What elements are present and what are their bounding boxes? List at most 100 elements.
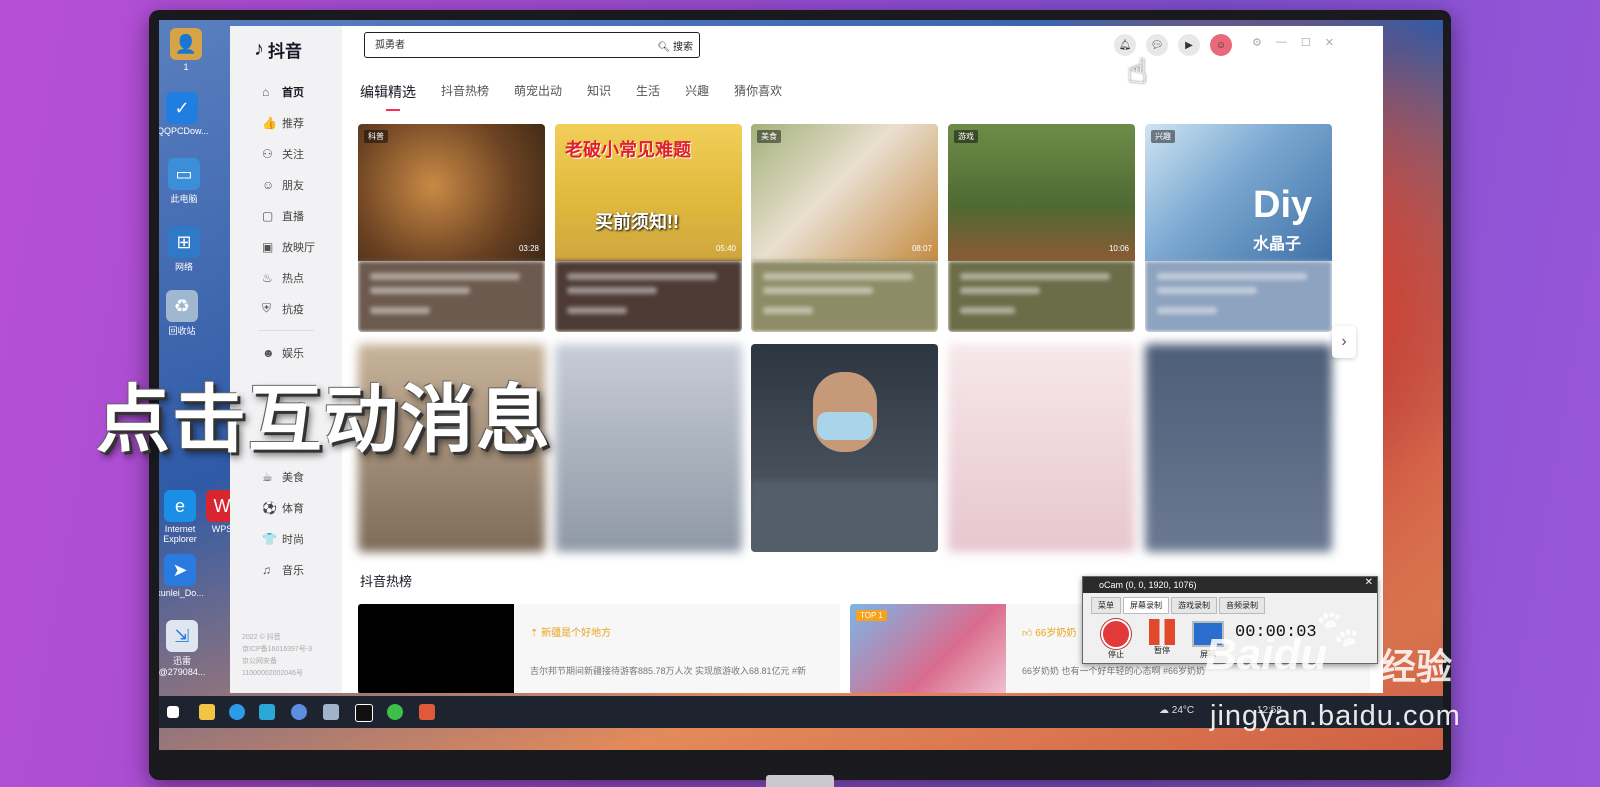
edge-icon[interactable] xyxy=(259,704,275,720)
tab-interest[interactable]: 兴趣 xyxy=(685,82,709,102)
search-button[interactable]: 🔍︎ 搜索 xyxy=(658,38,693,53)
file-explorer-icon[interactable] xyxy=(199,704,215,720)
baidu-paw-icon: 🐾︎ xyxy=(1312,608,1363,652)
category-tag: 兴趣 xyxy=(1151,130,1175,143)
hot-item-title: ⇡ 新疆是个好地方 xyxy=(530,628,612,639)
friends-icon: ☺ xyxy=(262,177,275,192)
close-icon[interactable]: ✕ xyxy=(1365,577,1373,588)
hot-list-card[interactable]: ⇡ 新疆是个好地方 吉尔邦节期间新疆接待游客885.78万人次 实现旅游收入68… xyxy=(358,604,840,693)
douyin-taskbar-icon[interactable] xyxy=(355,704,373,722)
pointer-hand-icon: ☝ xyxy=(1127,53,1148,91)
network-icon: ⊞ xyxy=(168,226,200,258)
video-card[interactable]: 美食 08:07 xyxy=(751,124,938,332)
maximize-icon[interactable]: ☐ xyxy=(1301,36,1311,49)
shirt-icon: 👕 xyxy=(262,531,277,546)
stop-icon xyxy=(1101,619,1131,649)
video-thumbnail xyxy=(358,124,545,261)
sidebar-divider xyxy=(258,330,314,331)
tab-life[interactable]: 生活 xyxy=(636,82,660,102)
pause-icon xyxy=(1149,619,1175,645)
ocam-stop-button[interactable]: 停止 xyxy=(1099,619,1133,660)
desktop-icon-computer[interactable]: ▭ 此电脑 xyxy=(159,158,209,205)
sidebar-item-live[interactable]: ▢ 直播 xyxy=(230,200,342,231)
carousel-next-button[interactable]: › xyxy=(1332,326,1356,358)
tiktok-note-icon: ♪ xyxy=(254,37,264,60)
ocam-tabs: 菜单 屏幕录制 游戏录制 音频录制 xyxy=(1091,597,1265,614)
video-card[interactable] xyxy=(1145,344,1332,552)
video-card[interactable]: 兴趣 Diy 水晶子 xyxy=(1145,124,1332,332)
video-info-blurred xyxy=(358,261,545,332)
category-tag: 科普 xyxy=(364,130,388,143)
browser-icon[interactable] xyxy=(291,704,307,720)
computer-icon: ▭ xyxy=(168,158,200,190)
desktop-icon-xunlei-shortcut[interactable]: ⇲ 迅雷 @279084... xyxy=(159,620,207,677)
minimize-icon[interactable]: — xyxy=(1276,36,1287,49)
desktop-icon-network[interactable]: ⊞ 网络 xyxy=(159,226,209,273)
desktop-icon-qqpc[interactable]: ✓ QQPCDow... xyxy=(159,92,209,136)
recycle-bin-icon: ♻ xyxy=(166,290,198,322)
desktop-icon-xunlei[interactable]: ➤ xunlei_Do... xyxy=(159,554,205,598)
video-card[interactable] xyxy=(751,344,938,552)
video-info-blurred xyxy=(751,481,938,552)
sidebar-item-theater[interactable]: ▣ 放映厅 xyxy=(230,231,342,262)
ocam-taskbar-icon[interactable] xyxy=(419,704,435,720)
douyin-logo[interactable]: ♪ 抖音 xyxy=(254,34,302,64)
baidu-watermark: Baidu xyxy=(1205,630,1328,679)
chevron-right-icon: › xyxy=(1341,333,1347,350)
desktop-icon-user[interactable]: 👤 1 xyxy=(161,28,211,72)
video-card[interactable]: 科普 03:28 xyxy=(358,124,545,332)
hot-list-title: 抖音热榜 xyxy=(360,574,413,589)
smile-icon: ☻ xyxy=(262,345,275,360)
xunlei-icon: ➤ xyxy=(164,554,196,586)
sidebar-item-antiepidemic[interactable]: ⛨ 抗疫 xyxy=(230,293,342,324)
sidebar-item-friends[interactable]: ☺ 朋友 xyxy=(230,169,342,200)
music-icon: ♫ xyxy=(262,562,271,577)
desktop-icon-recycle-bin[interactable]: ♻ 回收站 xyxy=(159,290,207,337)
ocam-tab-screen-record[interactable]: 屏幕录制 xyxy=(1123,597,1169,614)
bell-icon: 🔔︎ xyxy=(1118,39,1132,51)
ocam-tab-audio-record[interactable]: 音频录制 xyxy=(1219,597,1265,614)
video-camera-icon: ▶ xyxy=(1185,39,1193,51)
sidebar-item-follow[interactable]: ⚇ 关注 xyxy=(230,138,342,169)
monitor-stand xyxy=(766,775,834,787)
video-thumbnail xyxy=(948,124,1135,261)
thumbnail-title: 老破小常见难题 xyxy=(565,140,691,160)
ocam-pause-button[interactable]: 暂停 xyxy=(1145,619,1179,656)
xunlei-shortcut-icon: ⇲ xyxy=(166,620,198,652)
sidebar-item-hot[interactable]: ♨ 热点 xyxy=(230,262,342,293)
sidebar-item-sports[interactable]: ⚽ 体育 xyxy=(230,492,342,523)
shield-icon: ⛨ xyxy=(262,301,272,315)
avatar[interactable]: ☺ xyxy=(1210,34,1232,56)
search-taskbar-icon[interactable] xyxy=(229,704,245,720)
video-duration: 05:40 xyxy=(715,244,736,253)
app-icon[interactable] xyxy=(323,704,339,720)
video-card[interactable] xyxy=(555,344,742,552)
sidebar-item-fashion[interactable]: 👕 时尚 xyxy=(230,523,342,554)
windows-start-icon[interactable] xyxy=(167,706,179,718)
window-controls: ⚙ — ☐ ✕ xyxy=(1252,36,1334,49)
close-icon[interactable]: ✕ xyxy=(1325,36,1334,49)
upload-video-button[interactable]: ▶ xyxy=(1178,34,1200,56)
tab-pets[interactable]: 萌宠出动 xyxy=(514,82,562,102)
ocam-tab-game-record[interactable]: 游戏录制 xyxy=(1171,597,1217,614)
video-card[interactable]: 老破小常见难题 买前须知!! 05:40 xyxy=(555,124,742,332)
thumbs-up-icon: 👍 xyxy=(262,115,277,130)
sidebar-item-music[interactable]: ♫ 音乐 xyxy=(230,554,342,585)
video-duration: 10:06 xyxy=(1108,244,1129,253)
sidebar-item-recommend[interactable]: 👍 推荐 xyxy=(230,107,342,138)
ocam-tab-menu[interactable]: 菜单 xyxy=(1091,597,1121,614)
ocam-title: oCam (0, 0, 1920, 1076) xyxy=(1083,577,1377,593)
search-box: 🔍︎ 搜索 xyxy=(364,32,700,58)
video-card[interactable]: 游戏 10:06 xyxy=(948,124,1135,332)
settings-icon[interactable]: ⚙ xyxy=(1252,36,1262,49)
search-input[interactable] xyxy=(373,37,637,50)
tab-editor-picks[interactable]: 编辑精选 xyxy=(360,82,416,111)
sidebar-nav: ⌂ 首页 👍 推荐 ⚇ 关注 ☺ 朋友 ▢ 直播 ▣ 放映厅 ♨ 热点 ⛨ 抗疫 ☻ 娱乐 ☕ 美食… xyxy=(230,76,342,585)
tab-hot-list[interactable]: 抖音热榜 xyxy=(441,82,489,102)
messages-button[interactable]: 💬︎ xyxy=(1146,34,1168,56)
wechat-icon[interactable] xyxy=(387,704,403,720)
tab-guess-you-like[interactable]: 猜你喜欢 xyxy=(734,82,782,102)
video-card[interactable] xyxy=(948,344,1135,552)
tab-knowledge[interactable]: 知识 xyxy=(587,82,611,102)
sidebar-item-home[interactable]: ⌂ 首页 xyxy=(230,76,342,107)
